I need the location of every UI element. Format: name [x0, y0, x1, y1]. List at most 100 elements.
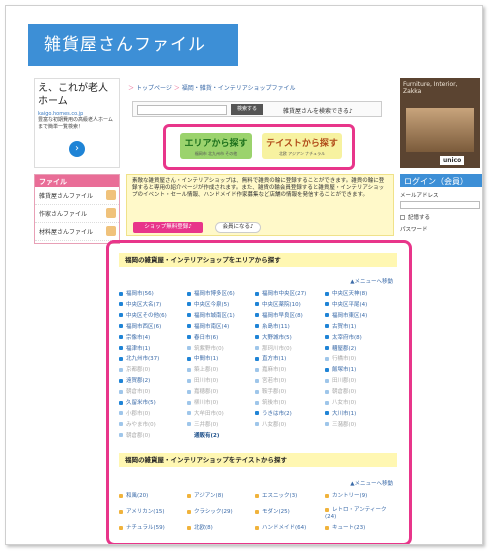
area-link[interactable]: 福岡市中央区(27) [255, 289, 306, 297]
taste-link[interactable]: 北欧(8) [187, 523, 213, 531]
area-link[interactable]: 八女郡(0) [255, 420, 286, 428]
area-link[interactable]: 小郡市(0) [119, 409, 150, 417]
search-button[interactable]: 検索する [231, 104, 263, 115]
area-link[interactable]: 糸島市(11) [255, 322, 290, 330]
area-link[interactable]: 田川市(0) [187, 376, 218, 384]
file-menu-header: ファイル [35, 175, 119, 187]
area-link[interactable]: 筑後市(0) [255, 398, 286, 406]
area-link[interactable]: 三井郡(0) [187, 420, 218, 428]
square-bullet-icon [119, 356, 123, 361]
right-ad[interactable]: Furniture, Interior, Zakka unico [400, 78, 480, 168]
checkbox-icon[interactable] [400, 215, 405, 220]
area-link-label: 福岡市南区(4) [194, 323, 230, 330]
area-link[interactable]: 古賀市(1) [325, 322, 356, 330]
square-bullet-icon [119, 367, 123, 372]
area-link[interactable]: 八女市(0) [325, 398, 356, 406]
area-link[interactable]: 中央区薬院(10) [255, 300, 301, 308]
taste-link[interactable]: ハンドメイド(64) [255, 523, 306, 531]
taste-link[interactable]: キュート(23) [325, 523, 365, 531]
breadcrumb-top[interactable]: トップページ [136, 85, 172, 92]
area-link[interactable]: 大野城市(5) [255, 333, 292, 341]
area-link[interactable]: 朝倉市(0) [119, 387, 150, 395]
taste-link[interactable]: カントリー(9) [325, 491, 367, 499]
area-link[interactable]: 三潴郡(0) [325, 420, 356, 428]
area-link[interactable]: 久留米市(5) [119, 398, 156, 406]
area-link[interactable]: 福岡市西区(6) [119, 322, 161, 330]
shop-register-button[interactable]: ショップ無料登録♪ [133, 222, 203, 233]
taste-link[interactable]: モダン(25) [255, 507, 290, 515]
area-link[interactable]: 福岡市博多区(6) [187, 289, 235, 297]
taste-link[interactable]: 和風(20) [119, 491, 148, 499]
area-link[interactable]: 中央区その他(6) [119, 311, 167, 319]
area-link[interactable]: 朝倉郡(0) [119, 431, 150, 439]
taste-link[interactable]: アジアン(8) [187, 491, 223, 499]
search-input[interactable] [137, 105, 227, 115]
area-link[interactable]: 直方市(1) [255, 354, 286, 362]
remember-checkbox[interactable]: 記憶する [400, 213, 482, 221]
area-link[interactable]: うきは市(2) [255, 409, 292, 417]
area-link[interactable]: 遠賀郡(2) [119, 376, 150, 384]
area-link[interactable]: 福岡市早良区(8) [255, 311, 303, 319]
area-link[interactable]: 田川郡(0) [325, 376, 356, 384]
taste-link[interactable]: ナチュラル(59) [119, 523, 165, 531]
taste-search-button[interactable]: テイストから探す 北欧 アジアン ナチュラル [262, 133, 342, 159]
taste-link[interactable]: クラシック(29) [187, 507, 233, 515]
area-link[interactable]: 柳川市(0) [187, 398, 218, 406]
taste-link-label: 北欧(8) [194, 525, 213, 531]
area-link[interactable]: 春日市(6) [187, 333, 218, 341]
square-bullet-icon [255, 346, 259, 350]
square-bullet-icon [187, 400, 191, 405]
area-link[interactable]: 福岡市東区(4) [325, 311, 367, 319]
square-bullet-icon [325, 356, 329, 361]
area-link[interactable]: 中央区今泉(5) [187, 300, 229, 308]
area-link[interactable]: 宗像市(4) [119, 333, 150, 341]
area-link[interactable]: 中間市(1) [187, 354, 218, 362]
area-link[interactable]: 京都郡(0) [119, 365, 150, 373]
taste-menu-link[interactable]: ▲メニューへ移動 [350, 479, 393, 487]
taste-link[interactable]: アメリカン(15) [119, 507, 165, 515]
area-link-label: 福岡市博多区(6) [194, 291, 235, 297]
email-field[interactable] [400, 201, 480, 209]
file-menu-item-material[interactable]: 材料屋さんファイル [35, 223, 119, 241]
area-link[interactable]: 筑紫野市(0) [187, 344, 224, 352]
area-link[interactable]: 北九州市(37) [119, 354, 159, 362]
site-banner[interactable]: 雑貨屋さんファイル [28, 24, 238, 66]
area-link[interactable]: 嘉穂郡(0) [187, 387, 218, 395]
square-bullet-icon [325, 389, 329, 394]
area-link[interactable]: 嘉麻市(0) [255, 365, 286, 373]
chevron-right-icon[interactable]: › [69, 141, 85, 157]
left-ad[interactable]: え、これが老人ホーム kaigo.homes.co.jp 豊富な初期費用の高級老… [34, 78, 120, 168]
area-link[interactable]: 築上郡(0) [187, 365, 218, 373]
area-link[interactable]: 福岡市城南区(1) [187, 311, 235, 319]
ad-title[interactable]: え、これが老人ホーム [38, 82, 116, 108]
breadcrumb-current[interactable]: 福岡・雑貨・インテリアショップファイル [182, 85, 296, 92]
area-link[interactable]: 中央区天神(8) [325, 289, 367, 297]
area-link[interactable]: 宮若市(0) [255, 376, 286, 384]
area-link[interactable]: 朝倉郡(0) [325, 387, 356, 395]
area-link[interactable]: 大川市(1) [325, 409, 356, 417]
area-menu-link[interactable]: ▲メニューへ移動 [350, 277, 393, 285]
area-link[interactable]: 福岡市(56) [119, 289, 154, 297]
area-link[interactable]: 福岡市南区(4) [187, 322, 229, 330]
area-link[interactable]: 行橋市(0) [325, 354, 356, 362]
area-link[interactable]: 太宰府市(8) [325, 333, 362, 341]
area-link[interactable]: 鞍手郡(0) [255, 387, 286, 395]
area-link[interactable]: みやま市(0) [119, 420, 156, 428]
area-link[interactable]: 糟屋郡(2) [325, 344, 356, 352]
file-menu-item-zakka[interactable]: 雑貨屋さんファイル [35, 187, 119, 205]
area-link-label: 那珂川市(0) [262, 345, 292, 352]
taste-link[interactable]: レトロ・アンティーク(24) [325, 507, 389, 521]
member-button[interactable]: 会員になる♪ [215, 222, 261, 233]
area-link[interactable]: 飯塚市(1) [325, 365, 356, 373]
file-menu-item-artist[interactable]: 作家さんファイル [35, 205, 119, 223]
area-link[interactable]: 大牟田市(0) [187, 409, 224, 417]
area-link[interactable]: 那珂川市(0) [255, 344, 292, 352]
area-link[interactable]: 福津市(1) [119, 344, 150, 352]
area-link[interactable]: 通販有(2) [187, 431, 219, 439]
square-bullet-icon [119, 313, 123, 318]
area-link[interactable]: 中央区平尾(4) [325, 300, 367, 308]
area-search-button[interactable]: エリアから探す 福岡市 北九州市 その他 [180, 133, 252, 159]
area-link[interactable]: 中央区大名(7) [119, 300, 161, 308]
taste-link[interactable]: エスニック(3) [255, 491, 297, 499]
square-bullet-icon [119, 291, 123, 296]
